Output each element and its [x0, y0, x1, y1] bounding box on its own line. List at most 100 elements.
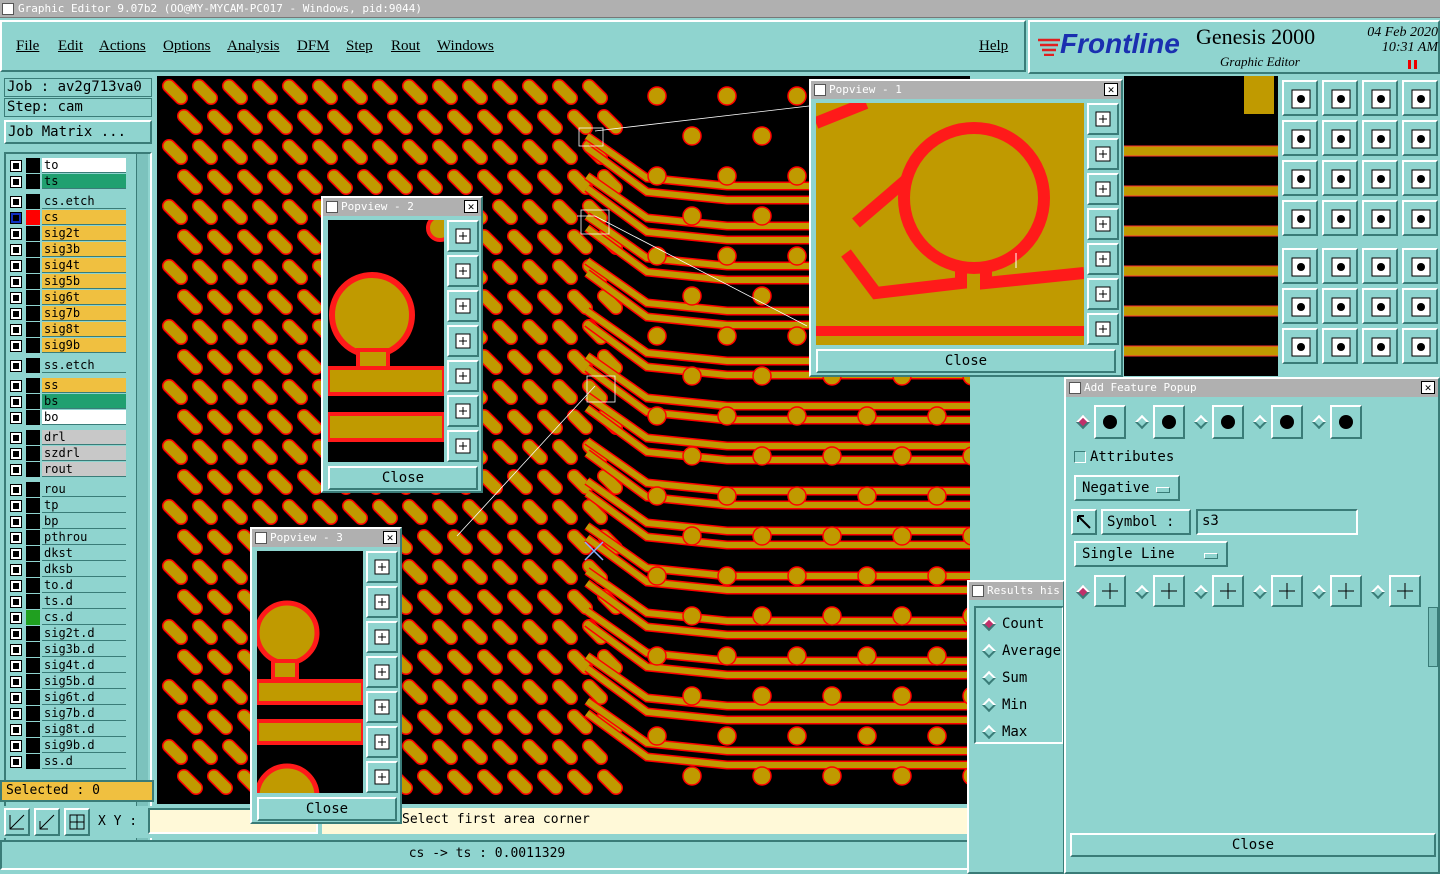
layer-color-swatch[interactable] [26, 722, 40, 737]
home-icon[interactable] [1362, 80, 1398, 116]
via[interactable] [682, 366, 702, 386]
layer-checkbox[interactable] [10, 448, 22, 460]
arc-icon[interactable] [1402, 288, 1438, 324]
popup-scrollbar[interactable] [1428, 607, 1438, 667]
line-mode-dropdown[interactable]: Single Line [1074, 541, 1228, 567]
layer-color-swatch[interactable] [26, 498, 40, 513]
via[interactable] [927, 406, 947, 426]
via[interactable] [892, 686, 912, 706]
via[interactable] [682, 526, 702, 546]
radio-icon[interactable] [981, 643, 997, 659]
via[interactable] [892, 526, 912, 546]
via[interactable] [717, 726, 737, 746]
snap-diagonal-icon[interactable] [1389, 575, 1421, 607]
pad-type-icon[interactable] [1153, 405, 1185, 439]
layer-color-swatch[interactable] [26, 594, 40, 609]
angle-icon[interactable] [1282, 328, 1318, 364]
via[interactable] [927, 646, 947, 666]
symbol-pick-icon[interactable] [1071, 509, 1097, 535]
menu-help[interactable]: Help [979, 38, 1008, 55]
rotate-icon[interactable] [1362, 328, 1398, 364]
probe-icon[interactable] [1322, 200, 1358, 236]
zoom-fit-icon[interactable] [34, 808, 60, 836]
layer-checkbox[interactable] [10, 308, 22, 320]
via[interactable] [717, 326, 737, 346]
layer-row-cs[interactable]: cs [8, 210, 126, 225]
via[interactable] [647, 566, 667, 586]
node-icon[interactable] [1282, 288, 1318, 324]
via[interactable] [927, 486, 947, 506]
layer-checkbox[interactable] [10, 676, 22, 688]
via[interactable] [787, 486, 807, 506]
via[interactable] [647, 406, 667, 426]
pan-down-icon[interactable] [366, 621, 398, 653]
center-icon[interactable] [1322, 160, 1358, 196]
via[interactable] [857, 726, 877, 746]
fit-icon[interactable] [1282, 160, 1318, 196]
layer-checkbox[interactable] [10, 612, 22, 624]
layer-color-swatch[interactable] [26, 430, 40, 445]
via[interactable] [647, 166, 667, 186]
pan-down-icon[interactable] [1087, 173, 1119, 205]
feature-type-radio[interactable] [1252, 414, 1268, 430]
via[interactable] [892, 606, 912, 626]
via[interactable] [892, 446, 912, 466]
zoom-out-icon[interactable] [1087, 313, 1119, 345]
popview-3-view[interactable] [257, 551, 363, 793]
layer-row-to-d[interactable]: to.d [8, 578, 126, 593]
via[interactable] [717, 86, 737, 106]
via[interactable] [717, 166, 737, 186]
snap-mode-radio[interactable] [1075, 584, 1091, 600]
via[interactable] [857, 646, 877, 666]
pan-left-icon[interactable] [447, 325, 479, 357]
layer-checkbox[interactable] [10, 564, 22, 576]
via[interactable] [822, 686, 842, 706]
layer-row-sig2t-d[interactable]: sig2t.d [8, 626, 126, 641]
via[interactable] [857, 406, 877, 426]
layer-checkbox[interactable] [10, 260, 22, 272]
swap-icon[interactable] [1362, 120, 1398, 156]
layer-row-ss-d[interactable]: ss.d [8, 754, 126, 769]
layer-checkbox[interactable] [10, 484, 22, 496]
layer-row-rou[interactable]: rou [8, 482, 126, 497]
via[interactable] [752, 446, 772, 466]
menu-options[interactable]: Options [163, 38, 211, 55]
pause-icon[interactable] [1408, 60, 1417, 69]
polarity-dropdown[interactable]: Negative [1074, 475, 1180, 501]
symbol-input[interactable]: s3 [1196, 509, 1358, 535]
radio-icon[interactable] [981, 670, 997, 686]
layer-checkbox[interactable] [10, 324, 22, 336]
layer-row-sig5b-d[interactable]: sig5b.d [8, 674, 126, 689]
job-matrix-button[interactable]: Job Matrix ... [4, 120, 152, 144]
via[interactable] [647, 246, 667, 266]
layer-row-cs-etch[interactable]: cs.etch [8, 194, 126, 209]
layer-color-swatch[interactable] [26, 530, 40, 545]
cross-icon[interactable] [1322, 288, 1358, 324]
layer-checkbox[interactable] [10, 340, 22, 352]
feature-type-radio[interactable] [1075, 414, 1091, 430]
pan-down-icon[interactable] [447, 290, 479, 322]
layer-row-ts-d[interactable]: ts.d [8, 594, 126, 609]
pan-right-icon[interactable] [1322, 120, 1358, 156]
pan-up-icon[interactable] [366, 586, 398, 618]
via[interactable] [787, 166, 807, 186]
via[interactable] [787, 326, 807, 346]
via[interactable] [822, 526, 842, 546]
layer-color-swatch[interactable] [26, 394, 40, 409]
results-titlebar[interactable]: Results his [969, 582, 1063, 600]
text-type-icon[interactable] [1330, 405, 1362, 439]
via[interactable] [682, 766, 702, 786]
attributes-checkbox[interactable] [1074, 451, 1086, 463]
layer-row-sig7b[interactable]: sig7b [8, 306, 126, 321]
layer-checkbox[interactable] [10, 596, 22, 608]
via[interactable] [752, 206, 772, 226]
select-icon[interactable] [1402, 248, 1438, 284]
via[interactable] [682, 686, 702, 706]
layer-row-to[interactable]: to [8, 158, 126, 173]
layer-row-tp[interactable]: tp [8, 498, 126, 513]
popview-1-titlebar[interactable]: Popview - 1 ✕ [811, 81, 1121, 99]
layer-color-swatch[interactable] [26, 258, 40, 273]
layer-color-swatch[interactable] [26, 290, 40, 305]
layer-checkbox[interactable] [10, 464, 22, 476]
line-icon[interactable] [1362, 288, 1398, 324]
